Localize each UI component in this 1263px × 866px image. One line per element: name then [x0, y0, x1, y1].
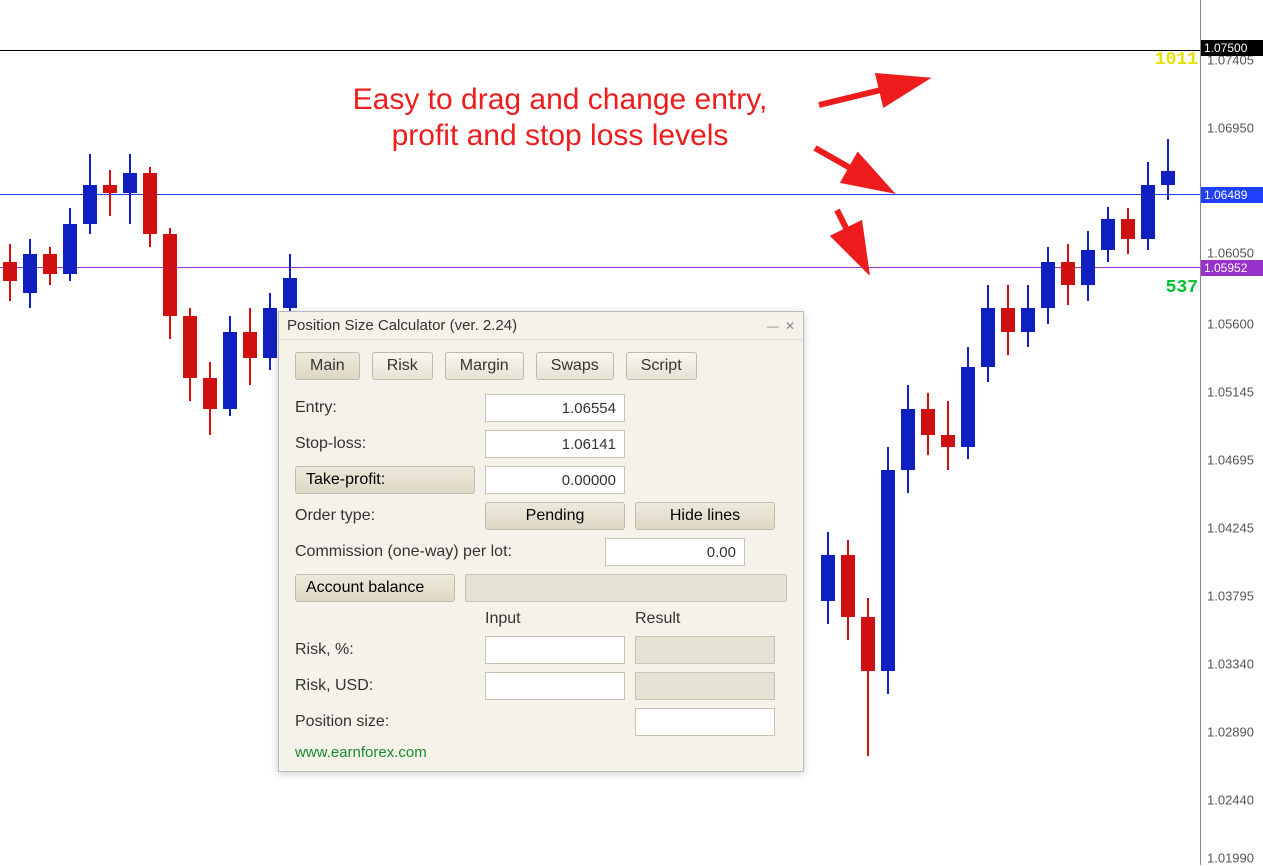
annotation-line2: profit and stop loss levels [300, 118, 820, 154]
price-badge: 1.05952 [1201, 260, 1263, 276]
stoploss-label: Stop-loss: [295, 435, 475, 453]
commission-input[interactable] [605, 538, 745, 566]
distance-label-green: 537 [1166, 278, 1198, 298]
takeprofit-button[interactable]: Take-profit: [295, 466, 475, 494]
stoploss-input[interactable] [485, 430, 625, 458]
dialog-title-text: Position Size Calculator (ver. 2.24) [287, 317, 517, 334]
risk-usd-input[interactable] [485, 672, 625, 700]
commission-label: Commission (one-way) per lot: [295, 543, 595, 561]
price-tick: 1.03795 [1207, 589, 1254, 604]
arrow-icon [810, 140, 900, 200]
result-column-header: Result [635, 610, 775, 628]
position-size-output [635, 708, 775, 736]
price-tick: 1.04695 [1207, 453, 1254, 468]
arrow-icon [814, 70, 934, 120]
price-badge: 1.06489 [1201, 187, 1263, 203]
dialog-titlebar[interactable]: Position Size Calculator (ver. 2.24) — ✕ [279, 312, 803, 340]
distance-label-yellow: 1011 [1155, 50, 1198, 70]
entry-label: Entry: [295, 399, 475, 417]
annotation-text: Easy to drag and change entry, profit an… [300, 82, 820, 154]
risk-pct-label: Risk, %: [295, 641, 475, 659]
tab-swaps[interactable]: Swaps [536, 352, 614, 380]
price-tick: 1.02890 [1207, 725, 1254, 740]
price-tick: 1.05600 [1207, 317, 1254, 332]
price-tick: 1.06050 [1207, 246, 1254, 261]
account-balance-button[interactable]: Account balance [295, 574, 455, 602]
input-column-header: Input [485, 610, 625, 628]
risk-pct-result [635, 636, 775, 664]
earnforex-link[interactable]: www.earnforex.com [295, 744, 787, 761]
price-tick: 1.04245 [1207, 521, 1254, 536]
price-tick: 1.02440 [1207, 793, 1254, 808]
tab-margin[interactable]: Margin [445, 352, 524, 380]
arrow-icon [822, 205, 882, 275]
pending-button[interactable]: Pending [485, 502, 625, 530]
tab-risk[interactable]: Risk [372, 352, 433, 380]
minimize-icon[interactable]: — [767, 319, 779, 333]
hidelines-button[interactable]: Hide lines [635, 502, 775, 530]
tab-script[interactable]: Script [626, 352, 697, 380]
price-tick: 1.01990 [1207, 851, 1254, 866]
risk-usd-result [635, 672, 775, 700]
position-size-calculator-dialog: Position Size Calculator (ver. 2.24) — ✕… [278, 311, 804, 772]
takeprofit-input[interactable] [485, 466, 625, 494]
account-balance-output [465, 574, 787, 602]
price-badge: 1.07500 [1201, 40, 1263, 56]
price-axis: 1.074051.069501.060501.056001.051451.046… [1200, 0, 1263, 865]
price-tick: 1.06950 [1207, 121, 1254, 136]
ordertype-label: Order type: [295, 507, 475, 525]
entry-input[interactable] [485, 394, 625, 422]
price-tick: 1.03340 [1207, 657, 1254, 672]
price-tick: 1.05145 [1207, 385, 1254, 400]
risk-usd-label: Risk, USD: [295, 677, 475, 695]
close-icon[interactable]: ✕ [785, 319, 795, 333]
risk-pct-input[interactable] [485, 636, 625, 664]
tab-main[interactable]: Main [295, 352, 360, 380]
annotation-line1: Easy to drag and change entry, [300, 82, 820, 118]
position-size-label: Position size: [295, 713, 475, 731]
